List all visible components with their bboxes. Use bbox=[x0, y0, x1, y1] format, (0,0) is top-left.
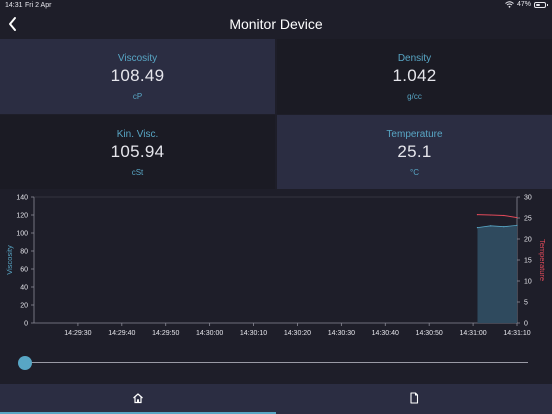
x-tick-label: 14:30:30 bbox=[328, 330, 355, 337]
temperature-value: 25.1 bbox=[397, 142, 432, 161]
viscosity-label: Viscosity bbox=[117, 53, 158, 64]
home-icon bbox=[133, 393, 143, 404]
y-right-tick-label: 0 bbox=[524, 321, 528, 328]
temperature-series-line bbox=[477, 214, 518, 219]
density-label: Density bbox=[397, 53, 432, 64]
kin-visc-label: Kin. Visc. bbox=[116, 129, 159, 140]
slider-thumb[interactable] bbox=[18, 356, 32, 370]
kin-visc-tile: Kin. Visc. 105.94 cSt bbox=[0, 115, 275, 189]
y-left-axis-title: Viscosity bbox=[5, 245, 14, 275]
density-tile: Density 1.042 g/cc bbox=[277, 39, 552, 114]
density-unit: g/cc bbox=[407, 92, 422, 101]
temperature-tile: Temperature 25.1 °C bbox=[277, 115, 552, 189]
time-slider[interactable] bbox=[18, 356, 528, 370]
y-right-tick-label: 10 bbox=[524, 279, 532, 286]
y-right-tick-label: 20 bbox=[524, 237, 532, 244]
y-left-tick-label: 100 bbox=[16, 231, 28, 238]
status-time: 14:31 bbox=[5, 2, 23, 9]
nav-bar: Monitor Device bbox=[0, 11, 552, 38]
y-left-tick-label: 20 bbox=[20, 303, 28, 310]
viscosity-point bbox=[476, 227, 479, 229]
history-chart: 0 20 40 60 80 100 120 140 0 5 10 15 20 25 30 14:29:30 14… bbox=[5, 195, 547, 338]
x-tick-label: 14:29:30 bbox=[64, 330, 91, 337]
density-value: 1.042 bbox=[392, 66, 437, 85]
x-tick-label: 14:30:10 bbox=[240, 330, 267, 337]
viscosity-unit: cP bbox=[132, 92, 143, 101]
viscosity-tile: Viscosity 108.49 cP bbox=[0, 39, 275, 114]
kin-visc-unit: cSt bbox=[131, 168, 144, 177]
y-right-tick-label: 30 bbox=[524, 195, 532, 202]
status-date: Fri 2 Apr bbox=[25, 2, 52, 9]
viscosity-point bbox=[490, 225, 492, 227]
y-left-tick-label: 0 bbox=[24, 321, 28, 328]
kin-visc-value: 105.94 bbox=[110, 142, 165, 161]
tab-document[interactable] bbox=[276, 384, 552, 414]
wifi-icon bbox=[505, 1, 514, 8]
x-tick-label: 14:31:00 bbox=[459, 330, 486, 337]
y-left-tick-label: 120 bbox=[16, 213, 28, 220]
x-tick-label: 14:30:40 bbox=[372, 330, 399, 337]
y-left-tick-label: 60 bbox=[20, 267, 28, 274]
temperature-point bbox=[503, 214, 505, 217]
x-tick-label: 14:29:50 bbox=[152, 330, 179, 337]
temperature-point bbox=[476, 214, 479, 216]
x-tick-label: 14:30:00 bbox=[196, 330, 223, 337]
x-tick-label: 14:31:10 bbox=[503, 330, 530, 337]
y-right-axis-title: Temperature bbox=[538, 239, 547, 281]
temperature-point bbox=[490, 214, 492, 216]
viscosity-series-area bbox=[477, 225, 517, 323]
y-right-tick-label: 15 bbox=[524, 258, 532, 265]
y-right-tick-label: 5 bbox=[524, 300, 528, 307]
y-left-tick-label: 140 bbox=[16, 195, 28, 202]
document-icon bbox=[410, 392, 419, 404]
page-title: Monitor Device bbox=[229, 16, 323, 32]
battery-percent: 47% bbox=[516, 1, 531, 8]
x-tick-label: 14:29:40 bbox=[108, 330, 135, 337]
battery-icon bbox=[534, 1, 548, 8]
tab-home[interactable] bbox=[0, 384, 276, 414]
x-tick-label: 14:30:50 bbox=[416, 330, 443, 337]
temperature-unit: °C bbox=[410, 168, 419, 177]
temperature-label: Temperature bbox=[386, 129, 443, 140]
y-right-tick-label: 25 bbox=[524, 216, 532, 223]
viscosity-point bbox=[503, 226, 505, 228]
temperature-point bbox=[516, 216, 518, 219]
status-right: 47% bbox=[505, 1, 548, 8]
tab-bar bbox=[0, 384, 552, 414]
viscosity-point bbox=[516, 224, 518, 226]
y-left-tick-label: 80 bbox=[20, 249, 28, 256]
status-bar: 14:31 Fri 2 Apr 47% bbox=[0, 0, 552, 11]
slider-track bbox=[26, 362, 528, 363]
y-left-tick-label: 40 bbox=[20, 285, 28, 292]
viscosity-value: 108.49 bbox=[110, 66, 165, 85]
x-tick-label: 14:30:20 bbox=[284, 330, 311, 337]
